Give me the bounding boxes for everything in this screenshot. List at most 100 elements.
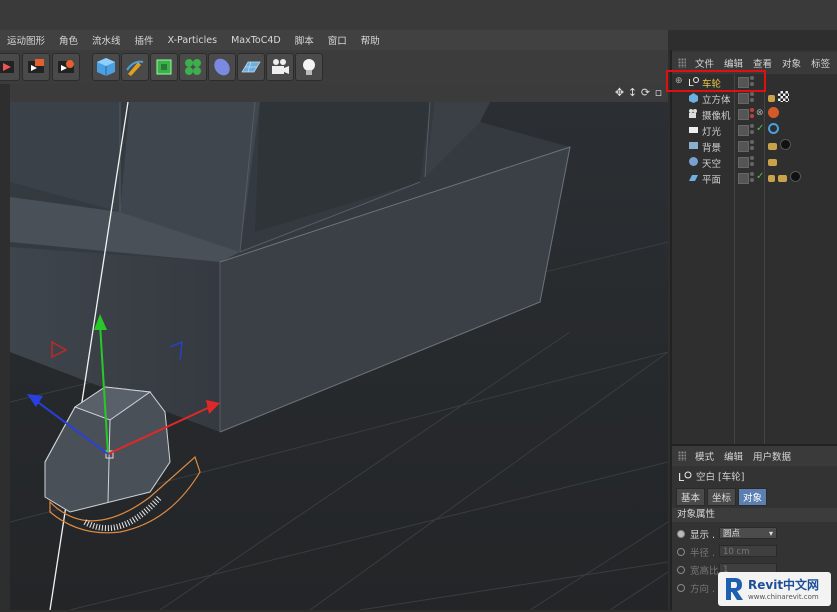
visibility-dots[interactable]	[750, 124, 754, 136]
attribute-menu: 模式 编辑 用户数据	[672, 446, 837, 466]
render-view-button[interactable]	[0, 53, 20, 81]
viewport-3d[interactable]	[10, 102, 668, 610]
prop-label: 半径 .	[690, 548, 716, 559]
menu-maxtoc4d[interactable]: MaxToC4D	[224, 35, 288, 46]
material-tag-icon[interactable]	[778, 91, 789, 102]
enabled-check-icon[interactable]: ✓	[756, 123, 764, 134]
move-view-icon[interactable]: ✥	[614, 87, 625, 98]
om-tab-tags[interactable]: 标签	[806, 56, 835, 70]
render-picture-button[interactable]	[22, 53, 50, 81]
subtab-basic[interactable]: 基本	[676, 488, 706, 506]
brand-name: Revit中文网	[748, 578, 820, 592]
object-row-camera[interactable]: 摄像机 ⊗	[672, 106, 837, 122]
subdivision-button[interactable]	[150, 53, 178, 81]
animate-radio[interactable]	[677, 530, 685, 538]
object-list: ⊕ L 车轮 立方体 摄像机 ⊗ 灯光 ✓ 背景 天空 平面 ✓	[672, 74, 837, 444]
floor-button[interactable]	[237, 53, 265, 81]
prop-display: 显示 . 圆点 ▾	[677, 526, 837, 542]
radius-field[interactable]: 10 cm	[719, 545, 777, 557]
menu-mograph[interactable]: 运动图形	[0, 33, 52, 47]
pen-icon	[126, 60, 144, 76]
layer-toggle[interactable]	[738, 157, 749, 168]
tag-list	[768, 171, 801, 185]
cube-button[interactable]	[92, 53, 120, 81]
render-view-icon	[0, 61, 14, 73]
object-name: 天空	[702, 159, 722, 170]
om-tab-file[interactable]: 文件	[690, 56, 719, 70]
animate-radio[interactable]	[677, 566, 685, 574]
panel-grip-icon[interactable]	[678, 451, 686, 461]
viewport-header: ✥ ↕ ⟳ ▫	[10, 84, 668, 103]
layer-toggle[interactable]	[738, 109, 749, 120]
compositing-tag-icon[interactable]	[778, 175, 787, 182]
om-tab-view[interactable]: 查看	[748, 56, 777, 70]
render-settings-button[interactable]	[52, 53, 80, 81]
material-tag-icon[interactable]	[790, 171, 801, 182]
camera-active-icon[interactable]: ⊗	[756, 108, 764, 118]
visibility-dots[interactable]	[750, 108, 754, 120]
layer-toggle[interactable]	[738, 93, 749, 104]
camera-button[interactable]	[266, 53, 294, 81]
menu-script[interactable]: 脚本	[288, 33, 321, 47]
background-icon	[689, 142, 698, 149]
panel-grip-icon[interactable]	[678, 58, 686, 68]
rotate-view-icon[interactable]: ⟳	[640, 87, 651, 98]
subtab-object[interactable]: 对象	[738, 488, 768, 506]
pen-button[interactable]	[121, 53, 149, 81]
compositing-tag-icon[interactable]	[768, 159, 777, 166]
layer-toggle[interactable]	[738, 125, 749, 136]
render-picture-icon	[28, 59, 44, 73]
menu-plugins[interactable]: 插件	[128, 33, 161, 47]
highlight-box	[666, 70, 766, 92]
light-button[interactable]	[295, 53, 323, 81]
object-row-cube[interactable]: 立方体	[672, 90, 837, 106]
phong-tag-icon[interactable]	[768, 175, 775, 182]
menu-bar: 运动图形 角色 流水线 插件 X-Particles MaxToC4D 脚本 窗…	[0, 30, 668, 50]
om-tab-edit[interactable]: 编辑	[719, 56, 748, 70]
menu-character[interactable]: 角色	[52, 33, 85, 47]
visibility-dots[interactable]	[750, 92, 754, 104]
render-settings-icon	[58, 60, 74, 73]
visibility-dots[interactable]	[750, 172, 754, 184]
camera-icon	[272, 59, 289, 74]
tag-list	[768, 123, 779, 137]
prop-radius: 半径 . 10 cm	[677, 544, 837, 560]
animate-radio[interactable]	[677, 548, 685, 556]
layer-toggle[interactable]	[738, 141, 749, 152]
animate-radio[interactable]	[677, 584, 685, 592]
object-name: 立方体	[702, 95, 731, 106]
subtab-coord[interactable]: 坐标	[707, 488, 737, 506]
layer-toggle[interactable]	[738, 173, 749, 184]
menu-window[interactable]: 窗口	[321, 33, 354, 47]
object-row-light[interactable]: 灯光 ✓	[672, 122, 837, 138]
attr-tab-edit[interactable]: 编辑	[719, 449, 748, 463]
object-row-background[interactable]: 背景	[672, 138, 837, 154]
object-row-plane[interactable]: 平面 ✓	[672, 170, 837, 186]
attr-tab-mode[interactable]: 模式	[690, 449, 719, 463]
light-bulb-icon	[303, 59, 315, 75]
attr-tab-userdata[interactable]: 用户数据	[748, 449, 796, 463]
tag-list	[768, 155, 777, 169]
visibility-dots[interactable]	[750, 156, 754, 168]
menu-x-particles[interactable]: X-Particles	[161, 35, 225, 46]
menu-help[interactable]: 帮助	[354, 33, 387, 47]
main-toolbar	[0, 50, 668, 84]
protection-tag-icon[interactable]	[768, 107, 779, 118]
display-select[interactable]: 圆点 ▾	[719, 527, 777, 539]
menu-pipeline[interactable]: 流水线	[85, 33, 128, 47]
cube-icon	[689, 93, 698, 103]
phong-tag-icon[interactable]	[768, 95, 775, 102]
dolly-view-icon[interactable]: ↕	[627, 87, 638, 98]
cloner-button[interactable]	[179, 53, 207, 81]
om-tab-object[interactable]: 对象	[777, 56, 806, 70]
visibility-dots[interactable]	[750, 140, 754, 152]
material-tag-icon[interactable]	[780, 139, 791, 150]
compositing-tag-icon[interactable]	[768, 143, 777, 150]
object-row-sky[interactable]: 天空	[672, 154, 837, 170]
brand-url: www.chinarevit.com	[748, 593, 819, 601]
deformer-button[interactable]	[208, 53, 236, 81]
enabled-check-icon[interactable]: ✓	[756, 171, 764, 182]
target-tag-icon[interactable]	[768, 123, 779, 134]
maximize-view-icon[interactable]: ▫	[653, 87, 664, 98]
deformer-icon	[214, 58, 230, 76]
